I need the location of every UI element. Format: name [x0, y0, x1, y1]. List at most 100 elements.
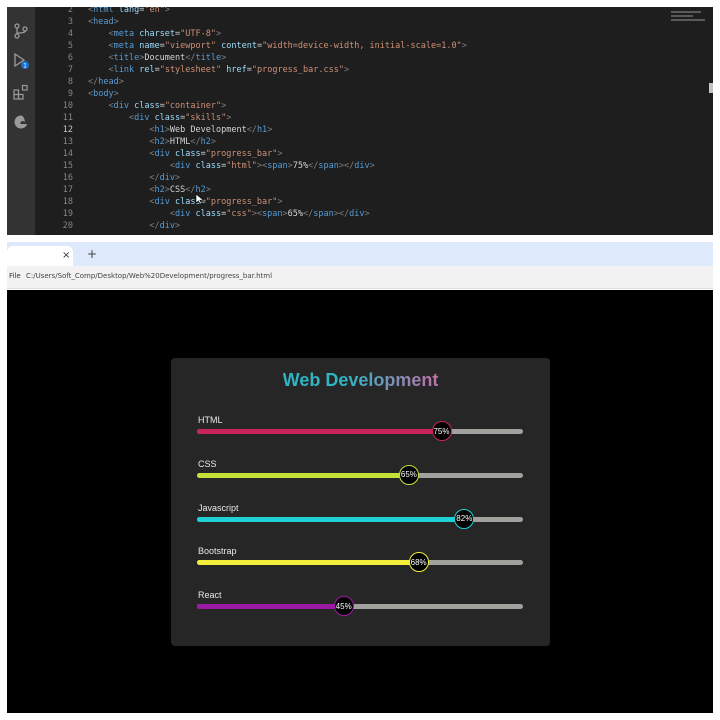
- code-token: div: [159, 221, 176, 231]
- code-token: 75%: [292, 161, 309, 171]
- code-token: title: [113, 53, 140, 63]
- code-line: </div>: [88, 172, 180, 184]
- code-token: class: [195, 209, 222, 219]
- line-number: 5: [67, 41, 73, 51]
- progress-track: 45%: [197, 596, 523, 617]
- code-token: >: [221, 53, 227, 63]
- run-debug-icon[interactable]: 1: [12, 52, 30, 70]
- code-area[interactable]: <html lang="en"> <head> <meta charset="UT…: [88, 7, 693, 235]
- skill-name: CSS: [198, 458, 217, 469]
- code-token: meta: [113, 41, 135, 51]
- code-token: >: [277, 197, 283, 207]
- line-number: 12: [62, 125, 73, 135]
- code-token: >: [205, 185, 211, 195]
- mouse-cursor-icon: [195, 193, 204, 205]
- progress-track: 82%: [197, 508, 523, 529]
- progress-fill: [197, 472, 409, 478]
- line-number: 3: [67, 17, 73, 27]
- code-token: head: [93, 17, 114, 27]
- progress-fill: [197, 429, 442, 434]
- progress-fill: [197, 516, 465, 522]
- code-token: div: [175, 161, 191, 171]
- progress-percent-badge: 68%: [408, 552, 429, 573]
- edge-icon[interactable]: [12, 113, 30, 131]
- line-number: 14: [62, 149, 73, 159]
- progress-track: 75%: [197, 421, 523, 441]
- code-token: div: [175, 209, 191, 219]
- code-line: <h1>Web Development</h1>: [88, 124, 272, 136]
- code-token: >: [175, 173, 181, 183]
- code-token: div: [134, 113, 150, 123]
- code-token: lang: [118, 7, 140, 15]
- code-token: class: [134, 101, 160, 111]
- skill-name: React: [198, 590, 222, 601]
- code-editor[interactable]: 1 2 3 4 5 6 7 8 9 10 11 12 13 14 15 16 17 18 19 20 <html l…: [7, 7, 713, 235]
- skill-name: HTML: [198, 415, 223, 425]
- code-token: >: [226, 113, 232, 123]
- new-tab-button[interactable]: +: [87, 248, 97, 260]
- line-number-gutter: 2 3 4 5 6 7 8 9 10 11 12 13 14 15 16 17 18 19 20: [35, 7, 73, 235]
- code-token: "en": [144, 7, 165, 15]
- code-token: >: [364, 209, 370, 219]
- code-token: </: [308, 161, 319, 171]
- code-token: content: [221, 41, 257, 51]
- code-token: div: [354, 161, 370, 171]
- code-token: </: [149, 221, 160, 231]
- code-token: >: [216, 29, 222, 39]
- code-token: charset: [139, 29, 176, 39]
- close-icon[interactable]: ×: [62, 251, 70, 261]
- line-number: 6: [67, 53, 73, 63]
- code-token: >: [118, 77, 124, 87]
- code-token: </: [88, 77, 99, 87]
- file-chip[interactable]: File: [9, 272, 21, 280]
- line-number: 20: [62, 221, 73, 231]
- code-token: h1: [154, 125, 165, 135]
- line-number: 13: [62, 137, 73, 147]
- code-token: span: [318, 161, 339, 171]
- scrollbar-marker[interactable]: [709, 83, 713, 93]
- code-token: h2: [154, 137, 165, 147]
- address-bar[interactable]: File C:/Users/Soft_Comp/Desktop/Web%20De…: [7, 266, 713, 289]
- progress-percent-badge: 75%: [431, 421, 452, 441]
- line-number: 15: [62, 161, 73, 171]
- code-token: </: [149, 173, 160, 183]
- code-token: h2: [200, 137, 211, 147]
- code-token: >: [175, 221, 181, 231]
- minimap[interactable]: [671, 11, 707, 31]
- code-line: <meta charset="UTF-8">: [88, 28, 221, 40]
- line-number: 2: [67, 7, 73, 15]
- browser-tab[interactable]: ×: [7, 246, 73, 266]
- browser-tab-bar: × +: [7, 242, 713, 266]
- code-line: <link rel="stylesheet" href="progress_ba…: [88, 64, 349, 76]
- code-token: </: [246, 125, 257, 135]
- code-token: CSS: [169, 185, 186, 195]
- code-token: >: [221, 101, 227, 111]
- code-token: title: [195, 53, 222, 63]
- extensions-icon[interactable]: [12, 83, 30, 101]
- code-line: <div class="skills">: [88, 112, 231, 124]
- url-text[interactable]: C:/Users/Soft_Comp/Desktop/Web%20Develop…: [26, 272, 272, 280]
- progress-fill: [197, 560, 419, 566]
- code-token: body: [93, 89, 114, 99]
- activity-bar: 1: [7, 7, 35, 235]
- line-number: 10: [62, 101, 73, 111]
- line-number: 11: [62, 113, 73, 123]
- code-token: name: [139, 41, 160, 51]
- code-token: >: [164, 7, 170, 15]
- code-token: class: [195, 161, 222, 171]
- source-control-icon[interactable]: [12, 22, 30, 40]
- code-token: div: [113, 101, 129, 111]
- code-token: span: [262, 209, 283, 219]
- code-token: Document: [144, 53, 186, 63]
- progress-fill: [197, 604, 344, 610]
- skill-react: React 45%: [197, 590, 523, 620]
- code-token: >: [369, 161, 375, 171]
- code-token: "viewport": [164, 41, 217, 51]
